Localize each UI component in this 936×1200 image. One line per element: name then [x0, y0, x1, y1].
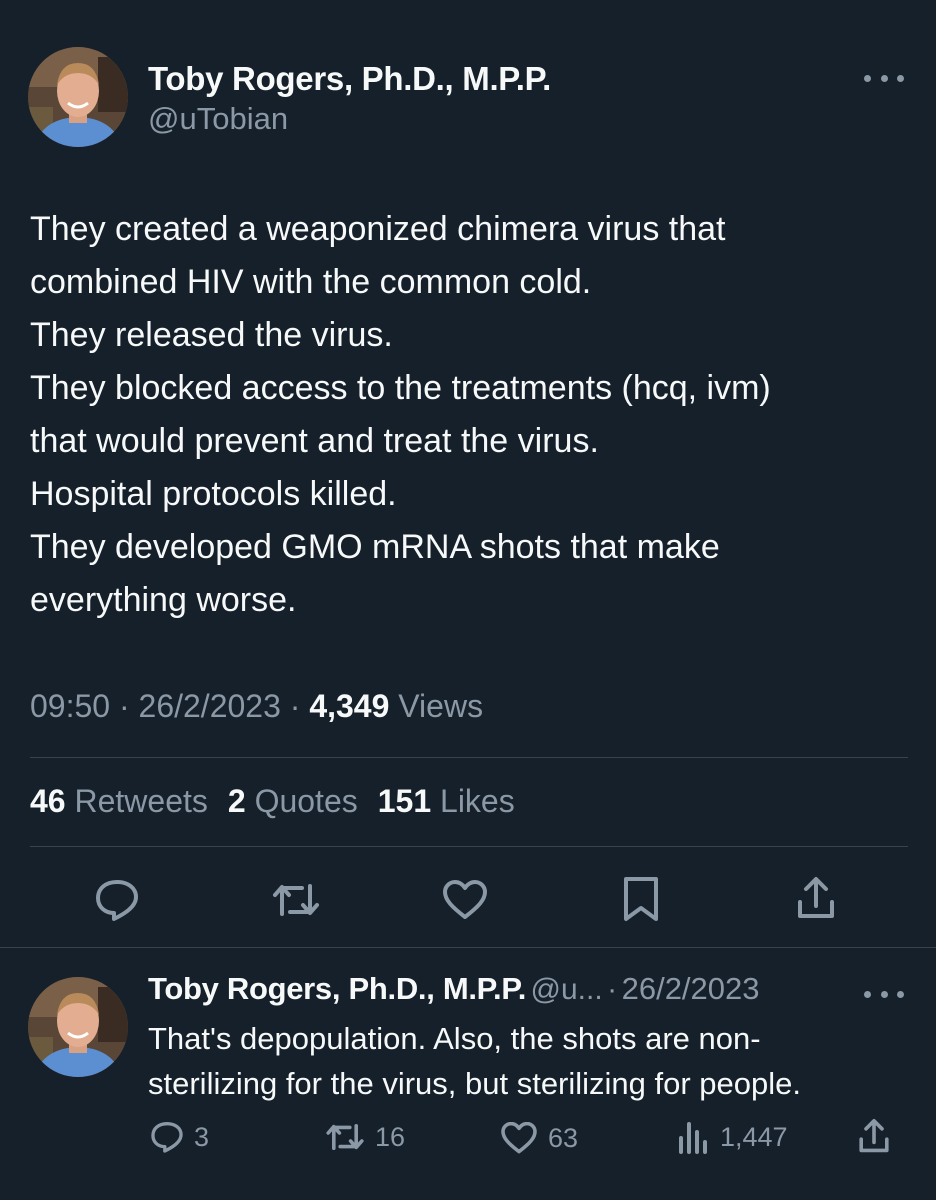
tweet-time[interactable]: 09:50: [30, 688, 110, 724]
likes-label: Likes: [440, 783, 515, 819]
tweet-text-line: They developed GMO mRNA shots that make: [30, 528, 720, 566]
reply-separator: ·: [607, 973, 618, 1006]
reply-date[interactable]: 26/2/2023: [622, 971, 760, 1006]
retweets-label: Retweets: [74, 783, 208, 819]
reply-icon[interactable]: [94, 878, 140, 922]
quotes-stat[interactable]: 2 Quotes: [228, 783, 358, 820]
reply-icon: [151, 1122, 183, 1153]
tweet-text-line: Hospital protocols killed.: [30, 475, 397, 513]
likes-stat[interactable]: 151 Likes: [378, 783, 515, 820]
divider: [0, 947, 936, 948]
reply-retweets-action[interactable]: 16: [325, 1121, 405, 1153]
share-icon[interactable]: [796, 876, 836, 920]
reply-views-action[interactable]: 1,447: [678, 1120, 788, 1154]
tweet-text-line: that would prevent and treat the virus.: [30, 422, 599, 460]
author-avatar[interactable]: [28, 47, 128, 147]
views-label: Views: [398, 688, 484, 724]
quotes-label: Quotes: [254, 783, 358, 819]
tweet-meta: 09:50 · 26/2/2023 · 4,349 Views: [30, 688, 483, 725]
reply-likes-count: 63: [548, 1122, 579, 1153]
reply-replies-count: 3: [194, 1121, 210, 1152]
meta-separator: ·: [118, 688, 130, 724]
reply-text-line: sterilizing for the virus, but sterilizi…: [148, 1066, 802, 1101]
divider: [30, 846, 908, 847]
views-icon: [679, 1122, 707, 1154]
tweet-text-line: They blocked access to the treatments (h…: [30, 369, 771, 407]
reply-author-handle[interactable]: @u...: [531, 973, 603, 1006]
reply-text-line: That's depopulation. Also, the shots are…: [148, 1021, 761, 1056]
reply-author-name[interactable]: Toby Rogers, Ph.D., M.P.P.: [148, 971, 526, 1006]
divider: [30, 757, 908, 758]
reply-views-count: 1,447: [720, 1121, 788, 1152]
reply-more-options-icon[interactable]: [864, 982, 904, 1006]
views-count: 4,349: [309, 688, 390, 724]
reply-replies-action[interactable]: 3: [150, 1120, 209, 1154]
bookmark-icon[interactable]: [622, 876, 660, 922]
retweets-stat[interactable]: 46 Retweets: [30, 783, 208, 820]
reply-share-icon[interactable]: [858, 1118, 890, 1154]
tweet-text-line: everything worse.: [30, 581, 297, 619]
retweet-icon[interactable]: [272, 880, 320, 920]
quotes-count: 2: [227, 783, 246, 819]
reply-retweets-count: 16: [375, 1121, 406, 1152]
like-icon: [501, 1122, 537, 1154]
retweet-icon: [326, 1124, 364, 1150]
reply-author-avatar[interactable]: [28, 977, 128, 1077]
author-handle[interactable]: @uTobian: [148, 101, 288, 137]
tweet-text-line: They created a weaponized chimera virus …: [30, 210, 726, 248]
tweet-text-line: They released the virus.: [30, 316, 393, 354]
more-options-icon[interactable]: [864, 66, 904, 90]
tweet-text-line: combined HIV with the common cold.: [30, 263, 592, 301]
retweets-count: 46: [30, 783, 66, 819]
meta-separator: ·: [289, 688, 301, 724]
tweet-date[interactable]: 26/2/2023: [139, 688, 281, 724]
tweet-stats: 46 Retweets 2 Quotes 151 Likes: [30, 783, 515, 820]
reply-likes-action[interactable]: 63: [500, 1122, 578, 1154]
like-icon[interactable]: [442, 880, 488, 920]
tweet-text: They created a weaponized chimera virus …: [30, 203, 910, 627]
likes-count: 151: [377, 783, 432, 819]
author-name[interactable]: Toby Rogers, Ph.D., M.P.P.: [148, 60, 551, 98]
reply-header: Toby Rogers, Ph.D., M.P.P. @u... · 26/2/…: [148, 971, 760, 1007]
reply-text: That's depopulation. Also, the shots are…: [148, 1016, 918, 1106]
